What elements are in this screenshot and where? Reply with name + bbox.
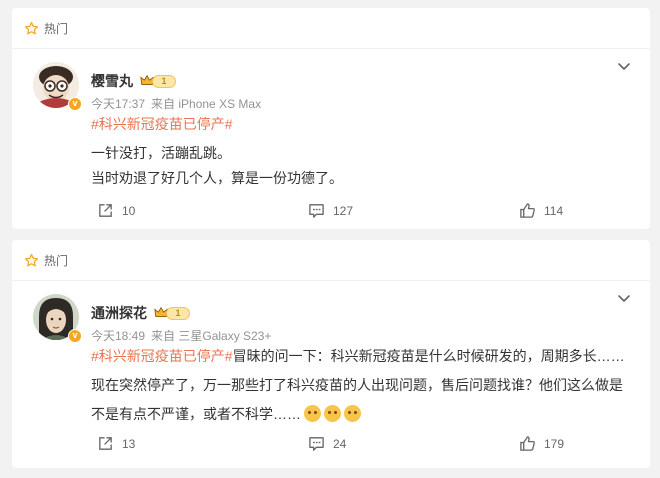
content-line: 一针没打，活蹦乱跳。 — [91, 145, 231, 161]
post-meta: 今天18:49 来自 三星Galaxy S23+ — [91, 327, 271, 344]
level-badge: 1 — [166, 306, 190, 320]
verified-badge-icon: v — [68, 329, 82, 343]
repost-count: 10 — [122, 203, 136, 218]
user-name[interactable]: 樱雪丸 — [91, 71, 133, 91]
like-count: 179 — [544, 436, 565, 451]
thumbs-up-icon — [520, 436, 535, 451]
level-badge: 1 — [152, 74, 176, 88]
comment-button[interactable]: 127 — [308, 202, 353, 219]
content-line: 当时劝退了好几个人，算是一份功德了。 — [91, 170, 343, 186]
content-line: 不是有点不严谨，或者不科学…… — [91, 402, 636, 427]
divider — [12, 280, 650, 281]
comment-count: 24 — [333, 436, 347, 451]
comment-count: 127 — [333, 203, 354, 218]
comment-icon — [309, 437, 324, 451]
post-time[interactable]: 今天18:49 — [91, 329, 145, 343]
content-line: #科兴新冠疫苗已停产#冒昧的问一下：科兴新冠疫苗是什么时候研发的，周期多长…… — [91, 344, 636, 369]
comment-icon — [309, 204, 324, 218]
hot-label: 热门 — [44, 22, 69, 36]
divider — [12, 48, 650, 49]
post-content: #科兴新冠疫苗已停产# 一针没打，活蹦乱跳。 当时劝退了好几个人，算是一份功德了… — [91, 112, 636, 191]
content-text: 冒昧的问一下：科兴新冠疫苗是什么时候研发的，周期多长…… — [232, 348, 625, 364]
repost-button[interactable]: 13 — [97, 435, 135, 452]
hot-tag: 热门 — [24, 252, 68, 269]
content-text: 不是有点不严谨，或者不科学…… — [91, 406, 301, 422]
post-meta: 今天17:37 来自 iPhone XS Max — [91, 95, 261, 112]
weibo-post-card: 热门 v 樱雪丸 1 今天17:37 来自 iPhone XS Max #科兴新冠… — [12, 8, 650, 229]
chevron-down-icon[interactable] — [616, 290, 632, 306]
topic-link[interactable]: #科兴新冠疫苗已停产# — [91, 348, 233, 364]
like-button[interactable]: 179 — [519, 435, 564, 452]
content-line: 现在突然停产了，万一那些打了科兴疫苗的人出现问题，售后问题找谁？他们这么做是 — [91, 377, 623, 393]
like-button[interactable]: 114 — [519, 202, 563, 219]
weibo-post-card: 热门 v 通洲探花 1 今天18:49 来自 三星Galaxy S23+ #科兴新… — [12, 240, 650, 468]
repost-icon — [99, 204, 112, 217]
verified-badge-icon: v — [68, 97, 82, 111]
bear-face-emoji-icon — [304, 405, 321, 422]
hot-tag: 热门 — [24, 20, 68, 37]
repost-count: 13 — [122, 436, 136, 451]
comment-button[interactable]: 24 — [308, 435, 346, 452]
topic-link[interactable]: #科兴新冠疫苗已停产# — [91, 112, 636, 137]
hot-star-icon — [24, 253, 39, 267]
thumbs-up-icon — [520, 203, 535, 218]
post-source: 来自 三星Galaxy S23+ — [151, 329, 272, 343]
member-badge[interactable]: 1 — [154, 306, 190, 320]
like-count: 114 — [544, 203, 564, 218]
post-time[interactable]: 今天17:37 — [91, 97, 145, 111]
bear-face-emoji-icon — [324, 405, 341, 422]
repost-icon — [99, 437, 112, 450]
user-name[interactable]: 通洲探花 — [91, 303, 147, 323]
post-source: 来自 iPhone XS Max — [151, 97, 262, 111]
post-content: #科兴新冠疫苗已停产#冒昧的问一下：科兴新冠疫苗是什么时候研发的，周期多长…… … — [91, 344, 636, 427]
member-badge[interactable]: 1 — [140, 74, 176, 88]
hot-star-icon — [24, 21, 39, 35]
bear-face-emoji-icon — [344, 405, 361, 422]
hot-label: 热门 — [44, 254, 69, 268]
repost-button[interactable]: 10 — [97, 202, 135, 219]
chevron-down-icon[interactable] — [616, 58, 632, 74]
